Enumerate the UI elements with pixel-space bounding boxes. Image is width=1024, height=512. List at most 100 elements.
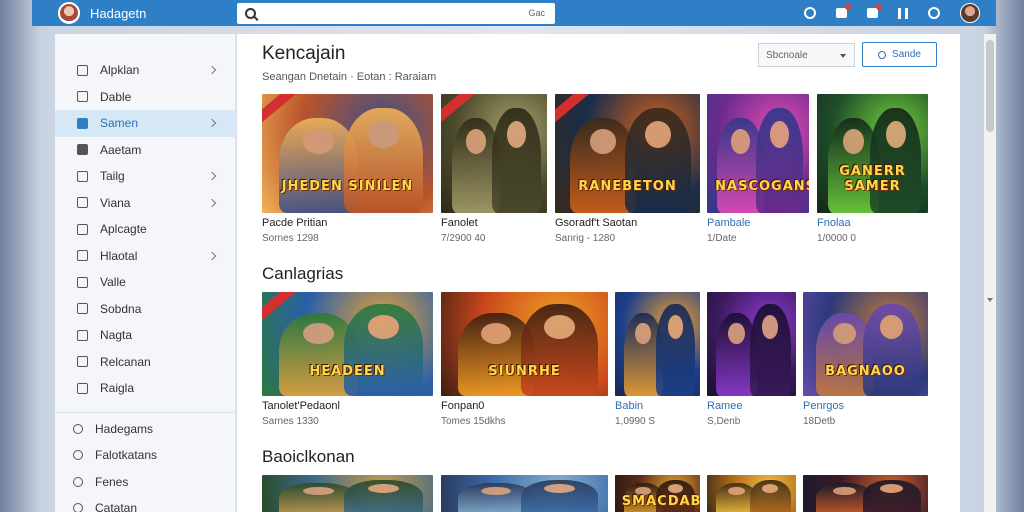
game-thumbnail[interactable] <box>441 475 608 512</box>
game-thumbnail[interactable]: JHEDEN SINILEN <box>262 94 433 213</box>
chevron-right-icon <box>207 198 217 207</box>
game-thumbnail[interactable]: RANEBETON <box>555 94 700 213</box>
game-card[interactable]: BAGNAOO Penrgos 18Detb <box>803 292 928 427</box>
sidebar-item[interactable]: Tailg <box>55 163 235 190</box>
character-illustration <box>491 108 541 213</box>
game-thumbnail[interactable] <box>262 475 433 512</box>
notification-icon[interactable] <box>836 4 851 18</box>
game-thumbnail[interactable] <box>803 475 928 512</box>
help-icon[interactable] <box>928 7 940 19</box>
game-card[interactable]: Fanolet 7/2900 40 <box>441 94 547 244</box>
game-card[interactable] <box>803 475 928 512</box>
game-card[interactable] <box>262 475 433 512</box>
game-meta: Sarnes 1330 <box>262 416 319 427</box>
game-logo: RANEBETON <box>578 178 677 194</box>
character-face <box>885 120 906 149</box>
sidebar-item[interactable]: Sobdna <box>55 296 235 323</box>
sidebar-item-label: Valle <box>100 275 126 290</box>
game-title[interactable]: Pambale <box>707 217 750 229</box>
sidebar-item[interactable]: Aaetam <box>55 137 235 164</box>
search-input[interactable]: Gac <box>237 2 555 24</box>
game-thumbnail[interactable]: BAGNAOO <box>803 292 928 396</box>
game-thumbnail[interactable]: SIUNRHE <box>441 292 608 396</box>
character-illustration <box>521 304 598 396</box>
sidebar-item[interactable]: Aplcagte <box>55 216 235 243</box>
calendar-icon <box>77 356 88 368</box>
scrollbar-thumb[interactable] <box>986 40 994 132</box>
scroll-down-arrow-icon[interactable] <box>987 298 993 302</box>
sidebar-item[interactable]: Alpklan <box>55 57 235 84</box>
character-face <box>667 484 684 494</box>
game-card[interactable] <box>441 475 608 512</box>
sidebar-item[interactable]: Valle <box>55 269 235 296</box>
game-meta: Tomes 15dkhs <box>441 416 506 427</box>
character-face <box>667 315 684 340</box>
character-illustration <box>624 108 692 213</box>
game-thumbnail[interactable]: GANERR SAMER <box>817 94 928 213</box>
brand[interactable]: Hadagetn <box>32 0 237 26</box>
game-card[interactable]: GANERR SAMER Fnolaa 1/0000 0 <box>817 94 928 244</box>
game-thumbnail[interactable] <box>707 475 796 512</box>
sidebar-item[interactable]: Viana <box>55 190 235 217</box>
page-subtitle: Seangan Dnetain · Eotan : Raraiam <box>262 71 437 83</box>
sidebar-bottom-nav: Hadegams Falotkatans Fenes Catatan <box>55 416 235 512</box>
search-button[interactable]: Sande <box>862 42 937 67</box>
character-face <box>843 129 864 154</box>
game-card[interactable]: SIUNRHE Fonpan0 Tomes 15dkhs <box>441 292 608 427</box>
game-meta: Sornes 1298 <box>262 233 319 244</box>
character-face <box>635 322 651 345</box>
sidebar-item[interactable]: Samen <box>55 110 235 137</box>
character-face <box>302 322 335 345</box>
image-icon <box>77 382 88 394</box>
game-card[interactable]: SMACDAB <box>615 475 700 512</box>
game-card[interactable]: NASCOGANS Pambale 1/Date <box>707 94 809 244</box>
game-title[interactable]: Fanolet <box>441 217 478 229</box>
character-illustration <box>521 479 598 512</box>
library-icon[interactable] <box>898 7 908 19</box>
game-title[interactable]: Penrgos <box>803 400 844 412</box>
sidebar-item-label: Tailg <box>100 169 125 184</box>
sidebar-item[interactable]: Relcanan <box>55 349 235 376</box>
game-card[interactable]: Ramee S,Denb <box>707 292 796 427</box>
sidebar-item[interactable]: Raigla <box>55 375 235 402</box>
sidebar-item[interactable]: Hlaotal <box>55 243 235 270</box>
chevron-down-icon <box>840 54 846 58</box>
game-card[interactable] <box>707 475 796 512</box>
sidebar-item[interactable]: Dable <box>55 84 235 111</box>
game-thumbnail[interactable]: NASCOGANS <box>707 94 809 213</box>
game-thumbnail[interactable] <box>615 292 700 396</box>
game-card[interactable]: Babin 1,0990 S <box>615 292 700 427</box>
chevron-right-icon <box>207 65 217 75</box>
search-icon[interactable] <box>804 7 816 19</box>
chevron-right-icon <box>207 118 217 128</box>
game-title[interactable]: Pacde Pritian <box>262 217 327 229</box>
game-thumbnail[interactable] <box>441 94 547 213</box>
sidebar-bottom-item[interactable]: Falotkatans <box>55 442 235 469</box>
character-face <box>762 315 779 340</box>
game-thumbnail[interactable]: SMACDAB <box>615 475 700 512</box>
game-title[interactable]: Fonpan0 <box>441 400 484 412</box>
user-avatar[interactable] <box>960 3 980 23</box>
game-card[interactable]: RANEBETON Gsoradf't Saotan Sanrig - 1280 <box>555 94 700 244</box>
chevron-right-icon <box>207 251 217 260</box>
sidebar-bottom-item[interactable]: Fenes <box>55 469 235 496</box>
game-thumbnail[interactable] <box>707 292 796 396</box>
game-title[interactable]: Ramee <box>707 400 742 412</box>
sidebar-item[interactable]: Nagta <box>55 322 235 349</box>
square-icon <box>77 144 88 156</box>
game-title[interactable]: Gsoradf't Saotan <box>555 217 637 229</box>
game-card[interactable]: JHEDEN SINILEN Pacde Pritian Sornes 1298 <box>262 94 433 244</box>
game-thumbnail[interactable]: HEADEEN <box>262 292 433 396</box>
character-face <box>367 315 400 340</box>
sidebar-bottom-item[interactable]: Catatan <box>55 495 235 512</box>
game-card[interactable]: HEADEEN Tanolet'Pedaonl Sarnes 1330 <box>262 292 433 427</box>
message-icon[interactable] <box>867 4 882 18</box>
sort-select[interactable]: Sbcnoale <box>758 43 855 67</box>
game-title[interactable]: Fnolaa <box>817 217 851 229</box>
game-title[interactable]: Tanolet'Pedaonl <box>262 400 340 412</box>
game-title[interactable]: Babin <box>615 400 643 412</box>
sidebar-bottom-item[interactable]: Hadegams <box>55 416 235 443</box>
character-face <box>770 120 789 149</box>
game-meta: 1,0990 S <box>615 416 656 427</box>
sidebar-item-label: Hadegams <box>95 421 154 436</box>
